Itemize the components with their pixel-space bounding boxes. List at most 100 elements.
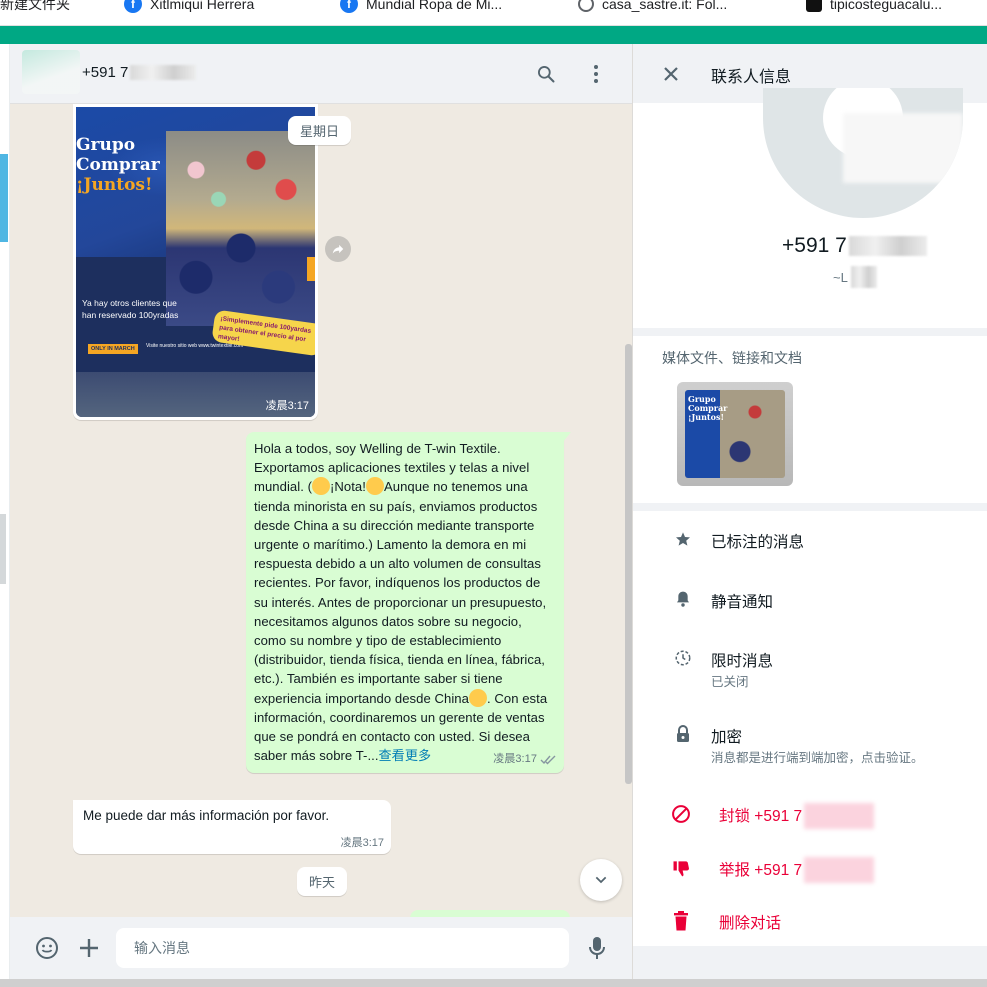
message-time: 凌晨3:17 bbox=[493, 753, 537, 766]
item-label: 删除对话 bbox=[719, 915, 782, 932]
report-label: 举报 +591 7 bbox=[719, 857, 875, 883]
attach-plus-icon[interactable] bbox=[76, 935, 102, 961]
timer-icon bbox=[673, 648, 693, 668]
item-label: 举报 +591 7 bbox=[719, 862, 803, 879]
item-status: 已关闭 bbox=[711, 675, 749, 689]
media-section[interactable]: 媒体文件、链接和文档 Grupo Comprar ¡Juntos! bbox=[633, 336, 987, 503]
message-text: Aunque no tenemos una tienda minorista e… bbox=[254, 479, 547, 706]
item-description: 消息都是进行端到端加密，点击验证。 bbox=[711, 751, 924, 765]
globe-icon bbox=[578, 0, 594, 12]
redacted-number bbox=[804, 803, 875, 829]
thumbnail-text: Grupo Comprar ¡Juntos! bbox=[688, 394, 728, 422]
date-divider: 昨天 bbox=[297, 867, 348, 896]
message-input[interactable] bbox=[116, 928, 569, 968]
read-more-link[interactable]: 查看更多 bbox=[379, 748, 432, 763]
facebook-icon: f bbox=[340, 0, 358, 13]
media-thumbnail[interactable]: Grupo Comprar ¡Juntos! bbox=[677, 382, 793, 486]
redacted-avatar bbox=[843, 113, 963, 183]
date-divider: 星期日 bbox=[288, 116, 352, 145]
scroll-down-button[interactable] bbox=[580, 859, 622, 901]
bookmark-label: Xitlmiqui Herrera bbox=[150, 0, 255, 12]
delete-chat-item[interactable]: 删除对话 bbox=[633, 897, 987, 947]
selected-chat-indicator bbox=[0, 154, 8, 242]
image-message[interactable]: Grupo Comprar ¡Juntos! Ya hay otros clie… bbox=[73, 104, 318, 420]
emoji-grin-sweat-icon bbox=[365, 477, 384, 496]
promo-title-line: ¡Juntos! bbox=[76, 175, 153, 195]
promo-accent bbox=[307, 257, 315, 281]
encryption-item[interactable]: 加密 消息都是进行端到端加密，点击验证。 bbox=[633, 707, 987, 787]
redacted-name bbox=[850, 266, 877, 288]
chat-list-edge bbox=[0, 44, 10, 979]
conversation-header[interactable]: +591 7 bbox=[10, 44, 632, 104]
bookmark-item[interactable]: f Mundial Ropa de Mi... bbox=[340, 0, 502, 14]
star-icon bbox=[673, 529, 693, 549]
item-label: 已标注的消息 bbox=[711, 534, 805, 551]
forward-icon[interactable] bbox=[325, 236, 351, 262]
promo-image[interactable]: Grupo Comprar ¡Juntos! Ya hay otros clie… bbox=[76, 107, 315, 417]
block-contact-item[interactable]: 封锁 +591 7 bbox=[633, 789, 987, 841]
disappearing-messages-item[interactable]: 限时消息 已关闭 bbox=[633, 631, 987, 703]
message-text: Me puede dar más información por favor. bbox=[83, 808, 330, 823]
chevron-down-icon bbox=[595, 876, 607, 884]
profile-phone-text: +591 7 bbox=[782, 234, 847, 257]
avatar[interactable] bbox=[763, 88, 963, 218]
thumbs-down-icon bbox=[671, 858, 691, 878]
bookmark-item[interactable]: 新建文件夹 bbox=[0, 0, 70, 14]
message-scrollbar[interactable] bbox=[625, 344, 632, 784]
fabric-photo bbox=[166, 131, 315, 326]
message-time: 凌晨3:17 bbox=[265, 400, 309, 412]
thumbnail-image: Grupo Comprar ¡Juntos! bbox=[685, 390, 785, 478]
bookmark-label: Mundial Ropa de Mi... bbox=[366, 0, 503, 12]
bookmarks-bar: 新建文件夹 f Xitlmiqui Herrera f Mundial Ropa d… bbox=[0, 0, 987, 26]
chat-list-scrollbar[interactable] bbox=[0, 514, 6, 584]
composer bbox=[10, 917, 632, 979]
bell-icon bbox=[673, 589, 693, 609]
microphone-icon[interactable] bbox=[584, 935, 610, 961]
message-list[interactable]: Grupo Comprar ¡Juntos! Ya hay otros clie… bbox=[10, 104, 632, 917]
redacted-number bbox=[848, 236, 927, 256]
double-check-icon bbox=[540, 755, 556, 765]
message-time: 凌晨3:17 bbox=[340, 837, 384, 849]
promo-badge: ONLY IN MARCH bbox=[88, 344, 138, 354]
facebook-icon: f bbox=[124, 0, 142, 13]
bookmark-item[interactable]: casa_sastre.it: Fol... bbox=[578, 0, 727, 14]
profile-section: +591 7 ~L bbox=[633, 88, 987, 328]
message-text: ¡Nota! bbox=[330, 479, 366, 495]
profile-name-text: ~L bbox=[833, 270, 848, 285]
contact-phone-text: +591 7 bbox=[82, 64, 129, 81]
item-label: 加密 bbox=[711, 729, 743, 746]
contact-actions: 已标注的消息 静音通知 限时消息 已关闭 加密 消息都是进行端到端加密，点击验证… bbox=[633, 511, 987, 946]
menu-icon[interactable] bbox=[584, 62, 608, 86]
media-label: 媒体文件、链接和文档 bbox=[662, 350, 802, 366]
profile-name: ~L bbox=[833, 266, 877, 288]
promo-title-line: Grupo bbox=[76, 135, 136, 155]
bookmark-label: 新建文件夹 bbox=[0, 0, 70, 12]
outgoing-message[interactable]: Hola a todos, soy Welling de T-win Texti… bbox=[246, 432, 571, 774]
promo-website: Visite nuestro sitio web www.twintextile… bbox=[146, 343, 244, 349]
promo-title-line: Comprar bbox=[76, 155, 160, 175]
message-meta: 凌晨3:17 bbox=[493, 750, 556, 769]
outgoing-message[interactable] bbox=[410, 910, 570, 917]
panel-title: 联系人信息 bbox=[711, 69, 792, 86]
incoming-message[interactable]: Me puede dar más información por favor. … bbox=[73, 800, 391, 854]
redacted-number bbox=[130, 65, 197, 80]
bookmark-label: tipicosteguacalu... bbox=[830, 0, 943, 12]
emoji-nerd-icon bbox=[312, 477, 330, 496]
report-contact-item[interactable]: 举报 +591 7 bbox=[633, 843, 987, 895]
mute-notifications-item[interactable]: 静音通知 bbox=[633, 571, 987, 629]
redacted-number bbox=[804, 857, 875, 883]
avatar[interactable] bbox=[22, 50, 80, 94]
search-icon[interactable] bbox=[534, 62, 558, 86]
profile-phone: +591 7 bbox=[782, 234, 927, 258]
emoji-icon[interactable] bbox=[34, 935, 60, 961]
window-bottom-edge bbox=[0, 979, 987, 987]
contact-phone[interactable]: +591 7 bbox=[82, 64, 197, 81]
starred-messages-item[interactable]: 已标注的消息 bbox=[633, 511, 987, 569]
promo-tagline: Ya hay otros clientes que han reservado … bbox=[82, 298, 179, 320]
close-icon[interactable] bbox=[659, 62, 683, 86]
bookmark-item[interactable]: f Xitlmiqui Herrera bbox=[124, 0, 254, 14]
app-top-banner bbox=[0, 26, 987, 44]
lock-icon bbox=[673, 724, 693, 744]
bookmark-item[interactable]: tipicosteguacalu... bbox=[806, 0, 942, 14]
conversation-panel: +591 7 Grupo Comprar ¡Juntos! Ya hay otr… bbox=[10, 44, 632, 979]
